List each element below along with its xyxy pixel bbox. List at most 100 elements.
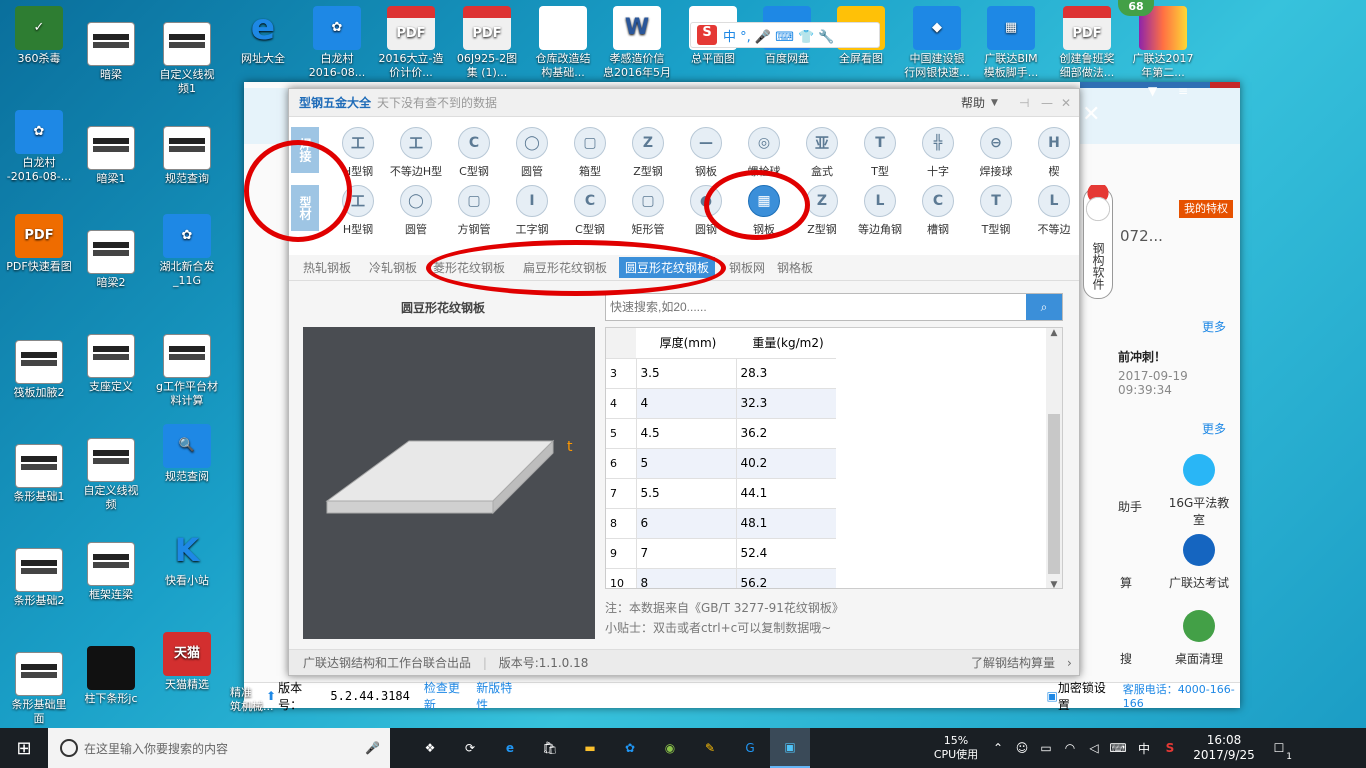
search-input[interactable] [606, 294, 1026, 320]
desktop-icon-app[interactable]: K 快看小站 [148, 528, 226, 588]
table-row[interactable]: 7 5.5 44.1 [606, 478, 836, 509]
category-row2-item[interactable]: I 工字钢 [503, 185, 561, 237]
desktop-icon-file[interactable]: 暗梁 [72, 22, 150, 82]
taskbar-app-icon[interactable]: ✎ [690, 728, 730, 768]
desktop-icon-word[interactable]: W 孝感造价信 息2016年5月 [598, 6, 676, 86]
desktop-icon-bim[interactable]: ▦ 广联达BIM 模板脚手... [972, 6, 1050, 86]
category-row2-item[interactable]: T T型钢 [967, 185, 1025, 237]
table-cell[interactable]: 5 [635, 448, 736, 479]
people-icon[interactable]: ☺ [1010, 728, 1034, 768]
close-icon[interactable]: ✕ [1061, 96, 1071, 110]
search-button[interactable]: ⌕ [1026, 294, 1062, 320]
table-cell[interactable]: 48.1 [735, 508, 836, 539]
cpu-meter[interactable]: 15% CPU使用 [926, 734, 986, 762]
desktop-icon-file[interactable]: 条形基础里 面 [0, 652, 78, 726]
category-row2-item[interactable]: C C型钢 [561, 185, 619, 237]
table-cell[interactable]: 5.5 [635, 478, 736, 509]
check-update-link[interactable]: 检查更新 [424, 679, 466, 713]
app-tile-cleanup[interactable]: 桌面清理 [1164, 610, 1234, 667]
more-link-2[interactable]: 更多 [1202, 420, 1226, 437]
desktop-icon-app[interactable]: ✿ 白龙村 2016-08... [298, 6, 376, 86]
desktop-icon-ccb[interactable]: ◆ 中国建设银 行网银快速... [898, 6, 976, 86]
scroll-down-icon[interactable]: ▼ [1046, 580, 1062, 588]
chevron-right-icon[interactable]: › [1067, 650, 1072, 676]
subtab[interactable]: 冷轧钢板 [369, 259, 417, 276]
help-menu[interactable]: 帮助 [961, 94, 985, 111]
app-tile[interactable]: 搜 [1120, 650, 1132, 667]
column-header-weight[interactable]: 重量(kg/m2) [736, 328, 836, 359]
table-row[interactable]: 9 7 52.4 [606, 538, 836, 569]
category-row2-item[interactable]: C 槽钢 [909, 185, 967, 237]
desktop-icon-file[interactable]: 自定义线视 频1 [148, 22, 226, 96]
desktop-icon-pdf[interactable]: PDF 06J925-2图 集 (1)... [448, 6, 526, 86]
search-box[interactable]: ⌕ [605, 293, 1063, 321]
clock[interactable]: 16:08 2017/9/25 [1188, 733, 1260, 763]
store-icon[interactable]: 🛍 [530, 728, 570, 768]
category-row2-item[interactable]: ▢ 方钢管 [445, 185, 503, 237]
desktop-icon-file[interactable]: g工作平台材 料计算 [148, 334, 226, 408]
close-x-icon[interactable]: ✕ [1082, 102, 1100, 127]
learn-more-link[interactable]: 了解钢结构算量 [971, 650, 1055, 676]
table-cell[interactable]: 32.3 [735, 388, 836, 419]
ime-toolbar[interactable]: S 中 °, 🎤 ⌨ 👕 🔧 [690, 22, 880, 48]
desktop-icon-file[interactable]: 条形基础2 [0, 548, 78, 608]
desktop-icon-ie[interactable]: e 网址大全 [224, 6, 302, 66]
table-cell[interactable]: 7 [635, 538, 736, 569]
app-tile[interactable]: 算 [1120, 574, 1132, 591]
taskbar-app-icon[interactable]: ✿ [610, 728, 650, 768]
category-row1-item[interactable]: H楔 [1025, 127, 1083, 179]
lock-settings-link[interactable]: 加密锁设置 [1058, 679, 1111, 713]
column-header-thickness[interactable]: 厚度(mm) [636, 328, 736, 359]
chevron-down-icon[interactable]: ▼ [991, 98, 998, 108]
edge-icon[interactable]: e [490, 728, 530, 768]
table-row[interactable]: 3 3.5 28.3 [606, 358, 836, 389]
desktop-icon-file[interactable]: 柱下条形jc [72, 646, 150, 706]
desktop-icon-file[interactable]: 规范查询 [148, 126, 226, 186]
desktop-icon-file[interactable]: 自定义线视 频 [72, 438, 150, 512]
battery-icon[interactable]: ▭ [1034, 728, 1058, 768]
wifi-icon[interactable]: ◠ [1058, 728, 1082, 768]
keyboard-icon[interactable]: ⌨ [1106, 728, 1130, 768]
table-cell[interactable]: 52.4 [735, 538, 836, 569]
category-row1-item[interactable]: 工不等边H型 [387, 127, 445, 179]
taskbar-search[interactable]: 在这里输入你要搜索的内容 🎤 [48, 728, 390, 768]
ime-indicator[interactable]: 中 [1130, 728, 1158, 768]
show-hidden-icons[interactable]: ⌃ [986, 728, 1010, 768]
steel-app-taskbar-icon[interactable]: ▣ [770, 728, 810, 768]
subtab[interactable]: 钢板网 [729, 259, 765, 276]
table-cell[interactable]: 4.5 [635, 418, 736, 449]
desktop-icon-file[interactable]: 仓库改造结 构基础... [524, 6, 602, 86]
minimize-icon[interactable]: — [1041, 96, 1053, 110]
notification-center[interactable]: ☐ 1 [1260, 728, 1298, 768]
new-features-link[interactable]: 新版特性 [476, 679, 518, 713]
table-cell[interactable]: 56.2 [735, 568, 836, 588]
category-row1-item[interactable]: 亚盒式 [793, 127, 851, 179]
taskbar-app-icon[interactable]: ◉ [650, 728, 690, 768]
app-tile-16g[interactable]: 16G平法教室 [1164, 454, 1234, 528]
category-row2-item[interactable]: ▢ 矩形管 [619, 185, 677, 237]
category-row1-item[interactable]: C C型钢 [445, 127, 503, 179]
category-row2-item[interactable]: L 等边角钢 [851, 185, 909, 237]
table-cell[interactable]: 28.3 [735, 358, 836, 389]
news-item[interactable]: 前冲刺！ [1118, 348, 1166, 365]
desktop-icon-file[interactable]: 暗梁1 [72, 126, 150, 186]
scrollbar[interactable]: ▲ ▼ [1046, 328, 1062, 588]
category-row1-item[interactable]: Z Z型钢 [619, 127, 677, 179]
table-cell[interactable]: 4 [635, 388, 736, 419]
vip-button[interactable]: 我的特权 [1179, 200, 1233, 218]
scroll-up-icon[interactable]: ▲ [1046, 328, 1062, 338]
volume-icon[interactable]: ◁ [1082, 728, 1106, 768]
desktop-icon-pdf[interactable]: PDF 创建鲁班奖 细部做法... [1048, 6, 1126, 86]
category-row1-item[interactable]: ◯ 圆管 [503, 127, 561, 179]
pin-icon[interactable]: ⊣ [1019, 96, 1029, 110]
category-row2-item[interactable]: L 不等边 [1025, 185, 1083, 237]
desktop-icon-file[interactable]: 条形基础1 [0, 444, 78, 504]
desktop-icon-file[interactable]: 筏板加腋2 [0, 340, 78, 400]
desktop-icon-360[interactable]: ✓ 360杀毒 [0, 6, 78, 66]
category-row2-item[interactable]: ◯ 圆管 [387, 185, 445, 237]
subtab[interactable]: 钢格板 [777, 259, 813, 276]
table-cell[interactable]: 44.1 [735, 478, 836, 509]
menu-icon[interactable]: ≡ [1178, 84, 1188, 98]
desktop-icon-file[interactable]: 支座定义 [72, 334, 150, 394]
desktop-icon-pdf-viewer[interactable]: PDF PDF快速看图 [0, 214, 78, 274]
